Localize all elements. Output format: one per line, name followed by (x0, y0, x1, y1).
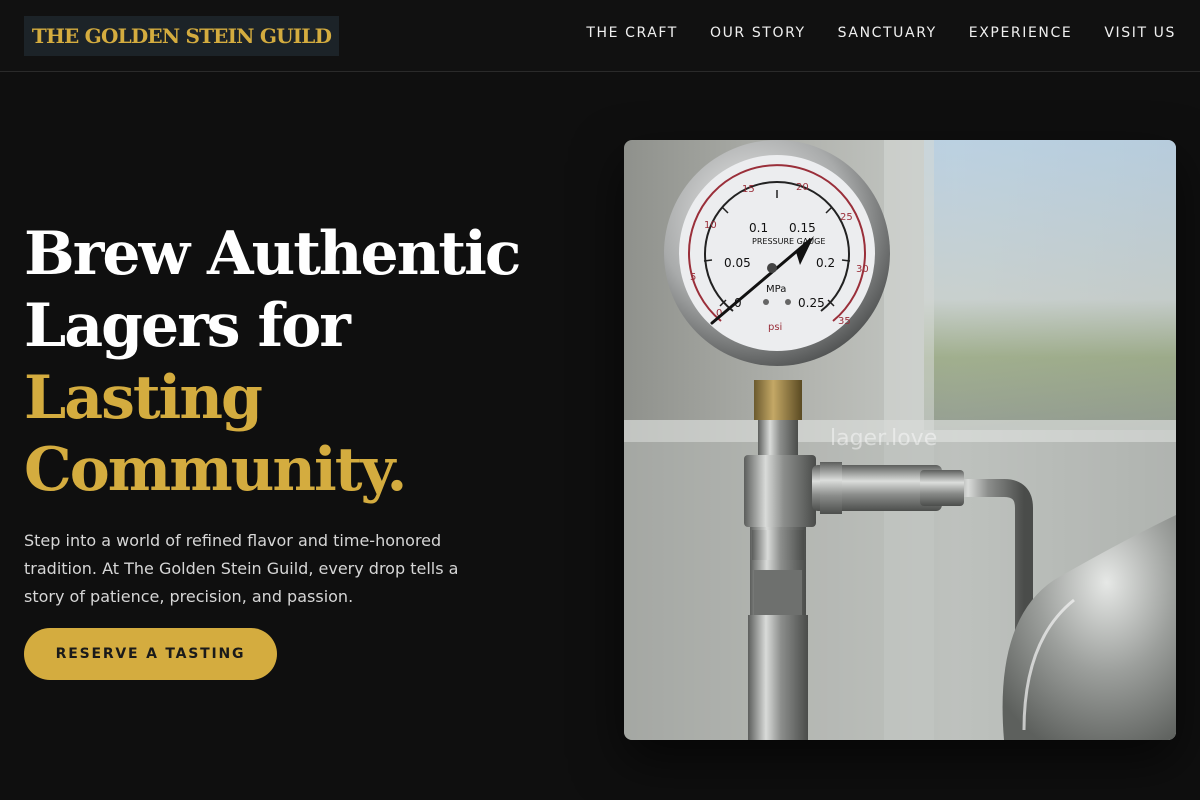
gauge-psi-tick-3: 15 (742, 184, 755, 195)
gauge-brand-text: PRESSURE GAUGE (752, 237, 825, 246)
nav-link-sanctuary[interactable]: SANCTUARY (838, 25, 937, 41)
gauge-psi-tick-7: 35 (838, 316, 851, 327)
nav-link-visit-us[interactable]: VISIT US (1104, 25, 1176, 41)
hero-title: Brew Authentic Lagers for Lasting Commun… (24, 218, 584, 506)
photo-watermark: lager.love (830, 426, 938, 451)
nav-link-experience[interactable]: EXPERIENCE (969, 25, 1073, 41)
gauge-psi-tick-6: 30 (856, 264, 869, 275)
hero-title-line-1: Brew Authentic (24, 219, 521, 289)
gauge-psi-tick-5: 25 (840, 212, 853, 223)
reserve-tasting-label: RESERVE A TASTING (55, 646, 246, 662)
hero-photo: 0 0.05 0.1 0.15 0.2 0.25 0 5 10 15 20 25… (624, 140, 1176, 740)
brand-name: THE GOLDEN STEIN GUILD (31, 24, 332, 48)
gauge-psi-tick-1: 5 (690, 272, 696, 283)
gauge-mpa-tick-2: 0.1 (749, 221, 768, 235)
gauge-mpa-tick-5: 0.25 (798, 296, 825, 310)
gauge-unit-psi: psi (768, 322, 782, 333)
hero-title-line-3: Lasting (24, 363, 263, 433)
gauge-psi-tick-4: 20 (796, 182, 809, 193)
main-nav: THE CRAFT OUR STORY SANCTUARY EXPERIENCE… (586, 25, 1176, 41)
gauge-psi-tick-2: 10 (704, 220, 717, 231)
reserve-tasting-button[interactable]: RESERVE A TASTING (24, 628, 277, 680)
hero-title-line-2: Lagers for (24, 291, 351, 361)
gauge-unit-mpa: MPa (766, 284, 786, 295)
brand-logo[interactable]: THE GOLDEN STEIN GUILD (24, 16, 339, 56)
hero-title-line-4: Community. (24, 435, 407, 505)
nav-link-the-craft[interactable]: THE CRAFT (586, 25, 678, 41)
nav-link-our-story[interactable]: OUR STORY (710, 25, 806, 41)
site-header: THE GOLDEN STEIN GUILD THE CRAFT OUR STO… (0, 0, 1200, 72)
hero-description: Step into a world of refined flavor and … (24, 531, 459, 606)
gauge-mpa-tick-1: 0.05 (724, 256, 751, 270)
gauge-mpa-tick-4: 0.2 (816, 256, 835, 270)
gauge-mpa-tick-3: 0.15 (789, 221, 816, 235)
